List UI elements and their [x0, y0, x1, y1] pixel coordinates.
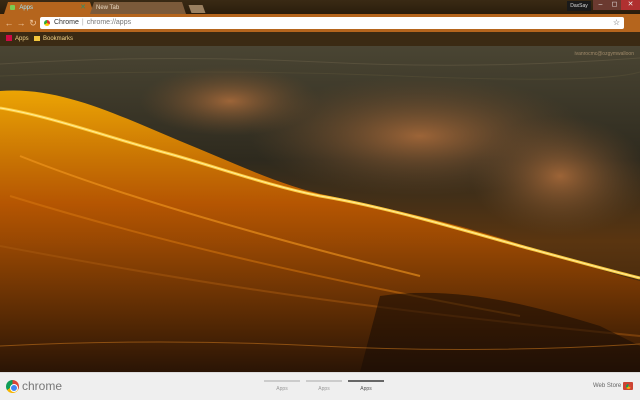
apps-grid-icon [6, 35, 12, 42]
chrome-wordmark: chrome [22, 379, 63, 393]
omnibox-site: Chrome [54, 19, 79, 26]
bookmark-apps-label: Apps [15, 36, 29, 42]
web-store-link[interactable]: Web Store [593, 383, 621, 389]
tab-close-icon[interactable]: ✕ [80, 2, 86, 14]
page-bar [306, 380, 342, 382]
apps-favicon-icon [10, 5, 15, 10]
chrome-page-icon [44, 20, 50, 26]
title-bar: Apps ✕ New Tab DaxSay – ◻ ✕ [0, 0, 640, 14]
bookmarks-bar: Apps Bookmarks [0, 32, 640, 46]
profile-button[interactable]: DaxSay [567, 1, 591, 11]
photo-credit: ivanrocmc@ozgymwalloon [574, 51, 634, 57]
close-window-button[interactable]: ✕ [621, 0, 640, 10]
bookmark-apps[interactable]: Apps [6, 32, 29, 46]
omnibox-url: chrome://apps [86, 19, 132, 26]
bookmark-folder[interactable]: Bookmarks [34, 32, 73, 46]
page-indicator-2[interactable]: Apps [306, 380, 342, 396]
address-bar[interactable]: Chrome | chrome://apps ☆ [40, 17, 624, 29]
page-bar [348, 380, 384, 382]
web-store-icon[interactable] [623, 382, 633, 390]
tab-new[interactable]: New Tab [90, 2, 186, 14]
minimize-button[interactable]: – [593, 0, 608, 10]
back-button[interactable]: ← [4, 18, 14, 28]
page-bar [264, 380, 300, 382]
page-indicator-1[interactable]: Apps [264, 380, 300, 396]
reload-button[interactable]: ↻ [28, 18, 38, 28]
forward-button[interactable]: → [16, 18, 26, 28]
browser-toolbar: ← → ↻ Chrome | chrome://apps ☆ [0, 14, 640, 32]
apps-page-background: ivanrocmc@ozgymwalloon [0, 46, 640, 372]
chrome-logo-icon [6, 380, 19, 393]
page-label: Apps [318, 386, 330, 392]
tab-label: Apps [19, 5, 34, 11]
page-indicator-3[interactable]: Apps [348, 380, 384, 396]
omnibox-separator: | [81, 19, 84, 26]
bookmark-star-icon[interactable]: ☆ [613, 17, 620, 29]
tab-label: New Tab [96, 5, 120, 11]
page-label: Apps [276, 386, 288, 392]
folder-icon [34, 35, 40, 41]
page-label: Apps [360, 386, 372, 392]
apps-bottom-bar: chrome Apps Apps Apps Web Store [0, 372, 640, 400]
new-tab-button[interactable] [188, 5, 206, 13]
tab-apps[interactable]: Apps ✕ [4, 2, 94, 14]
wave-background-image [0, 46, 640, 372]
bookmark-folder-label: Bookmarks [43, 36, 74, 42]
maximize-button[interactable]: ◻ [607, 0, 622, 10]
